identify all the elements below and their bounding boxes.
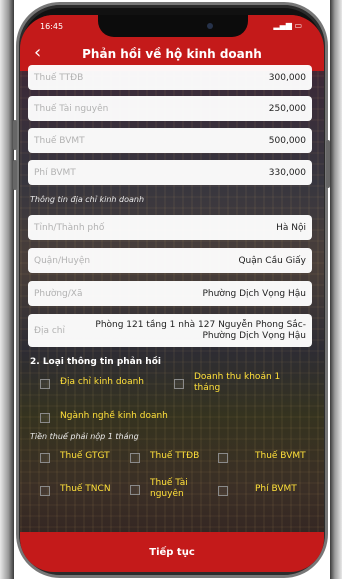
field-value: 250,000 [268, 103, 306, 114]
district-select[interactable]: Quận/Huyện Quận Cầu Giấy [28, 248, 312, 273]
status-time: 16:45 [40, 22, 64, 31]
field-value: 300,000 [268, 72, 306, 83]
field-placeholder: Tỉnh/Thành phố [34, 222, 105, 233]
checkbox[interactable] [174, 379, 184, 389]
status-indicators: ▂▄▆ ▭ [273, 21, 302, 30]
field-placeholder: Thuế TTĐB [34, 72, 84, 83]
field-placeholder: Phường/Xã [34, 288, 83, 299]
option-phi-bvmt[interactable]: Phí BVMT [218, 484, 297, 496]
tax-field-tai-nguyen[interactable]: Thuế Tài nguyên 250,000 [28, 96, 312, 121]
option-label: Thuế BVMT [255, 451, 306, 461]
field-placeholder: Quận/Huyện [34, 255, 91, 266]
power-button [326, 140, 330, 188]
ward-select[interactable]: Phường/Xã Phường Dịch Vọng Hậu [28, 281, 312, 306]
feedback-type-title: 2. Loại thông tin phản hồi [30, 357, 161, 367]
option-label: Phí BVMT [255, 484, 297, 494]
field-value: 330,000 [268, 167, 306, 178]
tax-field-bvmt[interactable]: Thuế BVMT 500,000 [28, 128, 312, 153]
checkbox[interactable] [218, 453, 228, 463]
volume-down-button [13, 160, 17, 190]
tax-field-ttdb[interactable]: Thuế TTĐB 300,000 [28, 65, 312, 90]
signal-icon: ▂▄▆ [273, 21, 292, 30]
fee-field-bvmt[interactable]: Phí BVMT 330,000 [28, 160, 312, 185]
field-value: Phòng 121 tầng 1 nhà 127 Nguyễn Phong Sắ… [95, 319, 306, 341]
option-dia-chi-kinh-doanh[interactable]: Địa chỉ kinh doanh [40, 377, 144, 389]
adjacent-phone-edge-right [330, 0, 342, 579]
checkbox[interactable] [40, 379, 50, 389]
option-label: Thuế GTGT [60, 451, 110, 461]
option-thue-gtgt[interactable]: Thuế GTGT [40, 451, 110, 463]
device-stage: 16:45 ▂▄▆ ▭ ‹ Phản hồi về hộ kinh doanh … [0, 0, 342, 579]
field-placeholder: Địa chỉ [34, 325, 66, 336]
option-nganh-nghe[interactable]: Ngành nghề kinh doanh [40, 411, 168, 423]
option-thue-tncn[interactable]: Thuế TNCN [40, 484, 111, 496]
continue-label: Tiếp tục [149, 546, 195, 558]
camera-icon [207, 23, 213, 29]
option-thue-tai-nguyen[interactable]: Thuế Tài nguyên [130, 478, 200, 500]
province-select[interactable]: Tỉnh/Thành phố Hà Nội [28, 215, 312, 240]
option-label: Ngành nghề kinh doanh [60, 411, 168, 421]
volume-up-button [13, 120, 17, 150]
checkbox[interactable] [218, 486, 228, 496]
page-title: Phản hồi về hộ kinh doanh [82, 47, 262, 61]
form-content[interactable]: Thuế TTĐB 300,000 Thuế Tài nguyên 250,00… [20, 65, 324, 531]
field-value: Hà Nội [276, 222, 306, 233]
option-label: Thuế TNCN [60, 484, 111, 494]
field-placeholder: Thuế BVMT [34, 135, 85, 146]
address-section-label: Thông tin địa chỉ kinh doanh [30, 195, 145, 204]
field-value: Phường Dịch Vọng Hậu [202, 288, 307, 299]
adjacent-phone-edge-left [0, 0, 14, 579]
option-doanh-thu-khoan[interactable]: Doanh thu khoán 1 tháng [174, 372, 314, 394]
option-label: Địa chỉ kinh doanh [60, 377, 144, 387]
address-input[interactable]: Địa chỉ Phòng 121 tầng 1 nhà 127 Nguyễn … [28, 314, 312, 347]
continue-button[interactable]: Tiếp tục [20, 532, 324, 572]
checkbox[interactable] [40, 413, 50, 423]
checkbox[interactable] [40, 453, 50, 463]
tax-amount-label: Tiền thuế phải nộp 1 tháng [30, 432, 139, 441]
field-value: 500,000 [268, 135, 306, 146]
battery-icon: ▭ [294, 21, 302, 30]
chevron-left-icon[interactable]: ‹ [34, 42, 41, 63]
option-label: Thuế Tài nguyên [150, 478, 188, 499]
checkbox[interactable] [40, 486, 50, 496]
app-screen: 16:45 ▂▄▆ ▭ ‹ Phản hồi về hộ kinh doanh … [20, 15, 324, 572]
checkbox[interactable] [130, 485, 140, 495]
field-value: Quận Cầu Giấy [238, 255, 306, 266]
notch [98, 15, 248, 37]
field-placeholder: Thuế Tài nguyên [34, 103, 109, 114]
option-thue-ttdb[interactable]: Thuế TTĐB [130, 451, 199, 463]
option-label: Thuế TTĐB [150, 451, 200, 461]
field-placeholder: Phí BVMT [34, 167, 76, 178]
checkbox[interactable] [130, 453, 140, 463]
option-label: Doanh thu khoán 1 tháng [194, 372, 281, 393]
option-thue-bvmt[interactable]: Thuế BVMT [218, 451, 306, 463]
